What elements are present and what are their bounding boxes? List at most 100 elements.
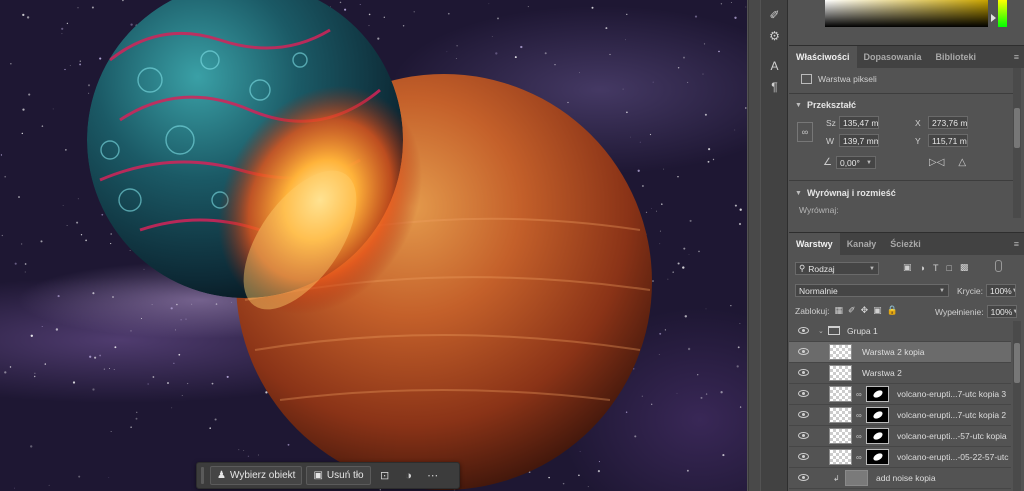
brush-settings-icon[interactable]: ✐ [766,6,783,23]
filter-pixel-icon[interactable]: ▣ [903,262,912,273]
layer-row-selected[interactable]: Warstwa 2 kopia [789,342,1011,363]
lock-artboard-icon[interactable]: ▣ [873,305,882,316]
fill-field[interactable]: 100% ▼ [986,305,1017,318]
mask-link-icon[interactable]: ∞ [856,453,862,462]
layer-row[interactable]: ↲ add noise kopia [789,468,1011,489]
fill-label: Wypełnienie: [935,306,984,317]
x-field[interactable]: 273,76 mm [928,116,968,129]
image-icon: ▣ [313,470,323,481]
layers-scrollbar[interactable] [1013,321,1021,491]
layer-thumbnail [829,386,852,402]
hue-slider-handle[interactable] [991,14,996,22]
canvas-scrollbar[interactable] [748,0,760,491]
panel-menu-icon[interactable]: ≡ [1014,239,1019,249]
filter-type-icon[interactable]: T [933,263,939,273]
tab-paths[interactable]: Ścieżki [883,233,928,255]
contextual-taskbar: ♟ Wybierz obiekt ▣ Usuń tło ⊡ ◑ ⋯ [196,462,460,489]
visibility-eye-icon[interactable] [798,369,809,376]
chevron-down-icon[interactable]: ⌄ [818,327,824,335]
tab-properties[interactable]: Właściwości [789,46,857,68]
chevron-down-icon: ▼ [1012,309,1015,315]
chevron-down-icon: ▼ [866,159,872,166]
transform-section-header[interactable]: ▼ Przekształć [795,100,856,110]
layer-row[interactable]: Warstwa 2 [789,363,1011,384]
right-panels: Właściwości Dopasowania Biblioteki ≡ War… [789,0,1024,491]
layer-mask-thumbnail[interactable] [866,428,889,444]
visibility-eye-icon[interactable] [798,453,809,460]
link-dimensions-button[interactable]: ∞ [797,122,813,142]
layer-name: Warstwa 2 kopia [862,347,925,357]
filter-adjustment-icon[interactable]: ◑ [920,263,925,273]
mask-link-icon[interactable]: ∞ [856,411,862,420]
select-subject-button[interactable]: ♟ Wybierz obiekt [210,466,303,485]
panel-menu-icon[interactable]: ≡ [1014,52,1019,62]
document-canvas[interactable]: ♟ Wybierz obiekt ▣ Usuń tło ⊡ ◑ ⋯ [0,0,747,491]
tab-adjustments[interactable]: Dopasowania [857,46,929,68]
lock-position-icon[interactable]: ✥ [861,305,869,316]
layer-mask-thumbnail[interactable] [866,407,889,423]
layers-list: ⌄ Grupa 1 Warstwa 2 kopia Warstwa 2 ∞ vo… [789,321,1011,489]
lock-transparency-icon[interactable]: ▦ [835,305,844,316]
blend-mode-row: Normalnie ▼ [795,284,949,297]
tab-layers[interactable]: Warstwy [789,233,840,255]
mask-link-icon[interactable]: ∞ [856,390,862,399]
align-section-header[interactable]: ▼ Wyrównaj i rozmieść [795,188,896,198]
visibility-eye-icon[interactable] [798,411,809,418]
layer-row[interactable]: ∞ volcano-erupti...-05-22-57-utc [789,447,1011,468]
sliders-icon[interactable]: ⚙ [766,27,783,44]
chevron-down-icon: ▼ [939,287,945,294]
layer-mask-thumbnail[interactable] [866,449,889,465]
filter-smart-object-icon[interactable]: ▩ [960,262,969,273]
remove-background-button[interactable]: ▣ Usuń tło [306,466,371,485]
hue-slider[interactable] [998,0,1007,27]
layer-row[interactable]: ∞ volcano-erupti...7-utc kopia 2 [789,405,1011,426]
layer-row-group[interactable]: ⌄ Grupa 1 [789,321,1011,342]
lock-pixels-icon[interactable]: ✐ [848,305,856,316]
layer-name: Grupa 1 [847,326,878,336]
filter-shape-icon[interactable]: □ [946,263,951,273]
y-field[interactable]: 115,71 mm [928,134,968,147]
tab-libraries[interactable]: Biblioteki [929,46,984,68]
more-icon[interactable]: ⋯ [423,466,443,485]
remove-background-label: Usuń tło [326,470,364,481]
angle-value: 0,00° [839,157,860,168]
blend-mode-value: Normalnie [799,285,838,296]
opacity-label: Krycie: [957,285,983,296]
opacity-field[interactable]: 100% ▼ [985,284,1016,297]
color-field[interactable] [825,0,988,27]
visibility-eye-icon[interactable] [798,348,809,355]
mask-link-icon[interactable]: ∞ [856,432,862,441]
height-field[interactable]: 139,7 mm [839,134,879,147]
lock-label: Zablokuj: [795,305,830,316]
character-icon[interactable]: A [766,57,783,74]
paragraph-icon[interactable]: ¶ [766,78,783,95]
layer-kind-filter[interactable]: ⚲ Rodzaj ▼ [795,262,879,275]
flip-vertical-icon[interactable]: △ [958,157,966,168]
angle-field[interactable]: 0,00° ▼ [835,156,876,169]
visibility-eye-icon[interactable] [798,474,809,481]
layer-row[interactable]: ∞ volcano-erupti...7-utc kopia 3 [789,384,1011,405]
layer-mask-thumbnail[interactable] [866,386,889,402]
layer-kind-row: Warstwa pikseli [801,74,877,84]
flip-horizontal-icon[interactable]: ▷◁ [929,157,944,168]
transform-icon[interactable]: ⊡ [375,466,395,485]
align-label: Wyrównaj: [799,205,839,215]
lock-all-icon[interactable]: 🔒 [887,305,898,316]
blend-mode-select[interactable]: Normalnie ▼ [795,284,949,297]
width-row: Sz 135,47 mm [826,116,879,129]
taskbar-grip[interactable] [201,467,204,484]
search-icon: ⚲ [799,263,806,273]
filter-toggle[interactable] [995,260,1002,272]
visibility-eye-icon[interactable] [798,327,809,334]
visibility-eye-icon[interactable] [798,432,809,439]
properties-scrollbar[interactable] [1013,68,1021,218]
x-label: X [915,117,921,128]
folder-icon [828,326,840,335]
x-row: X 273,76 mm [915,116,968,129]
visibility-eye-icon[interactable] [798,390,809,397]
adjustment-icon[interactable]: ◑ [399,466,419,485]
layer-row[interactable]: ∞ volcano-erupti...-57-utc kopia [789,426,1011,447]
opacity-row: Krycie: 100% ▼ [957,284,1016,297]
width-field[interactable]: 135,47 mm [839,116,879,129]
tab-channels[interactable]: Kanały [840,233,884,255]
